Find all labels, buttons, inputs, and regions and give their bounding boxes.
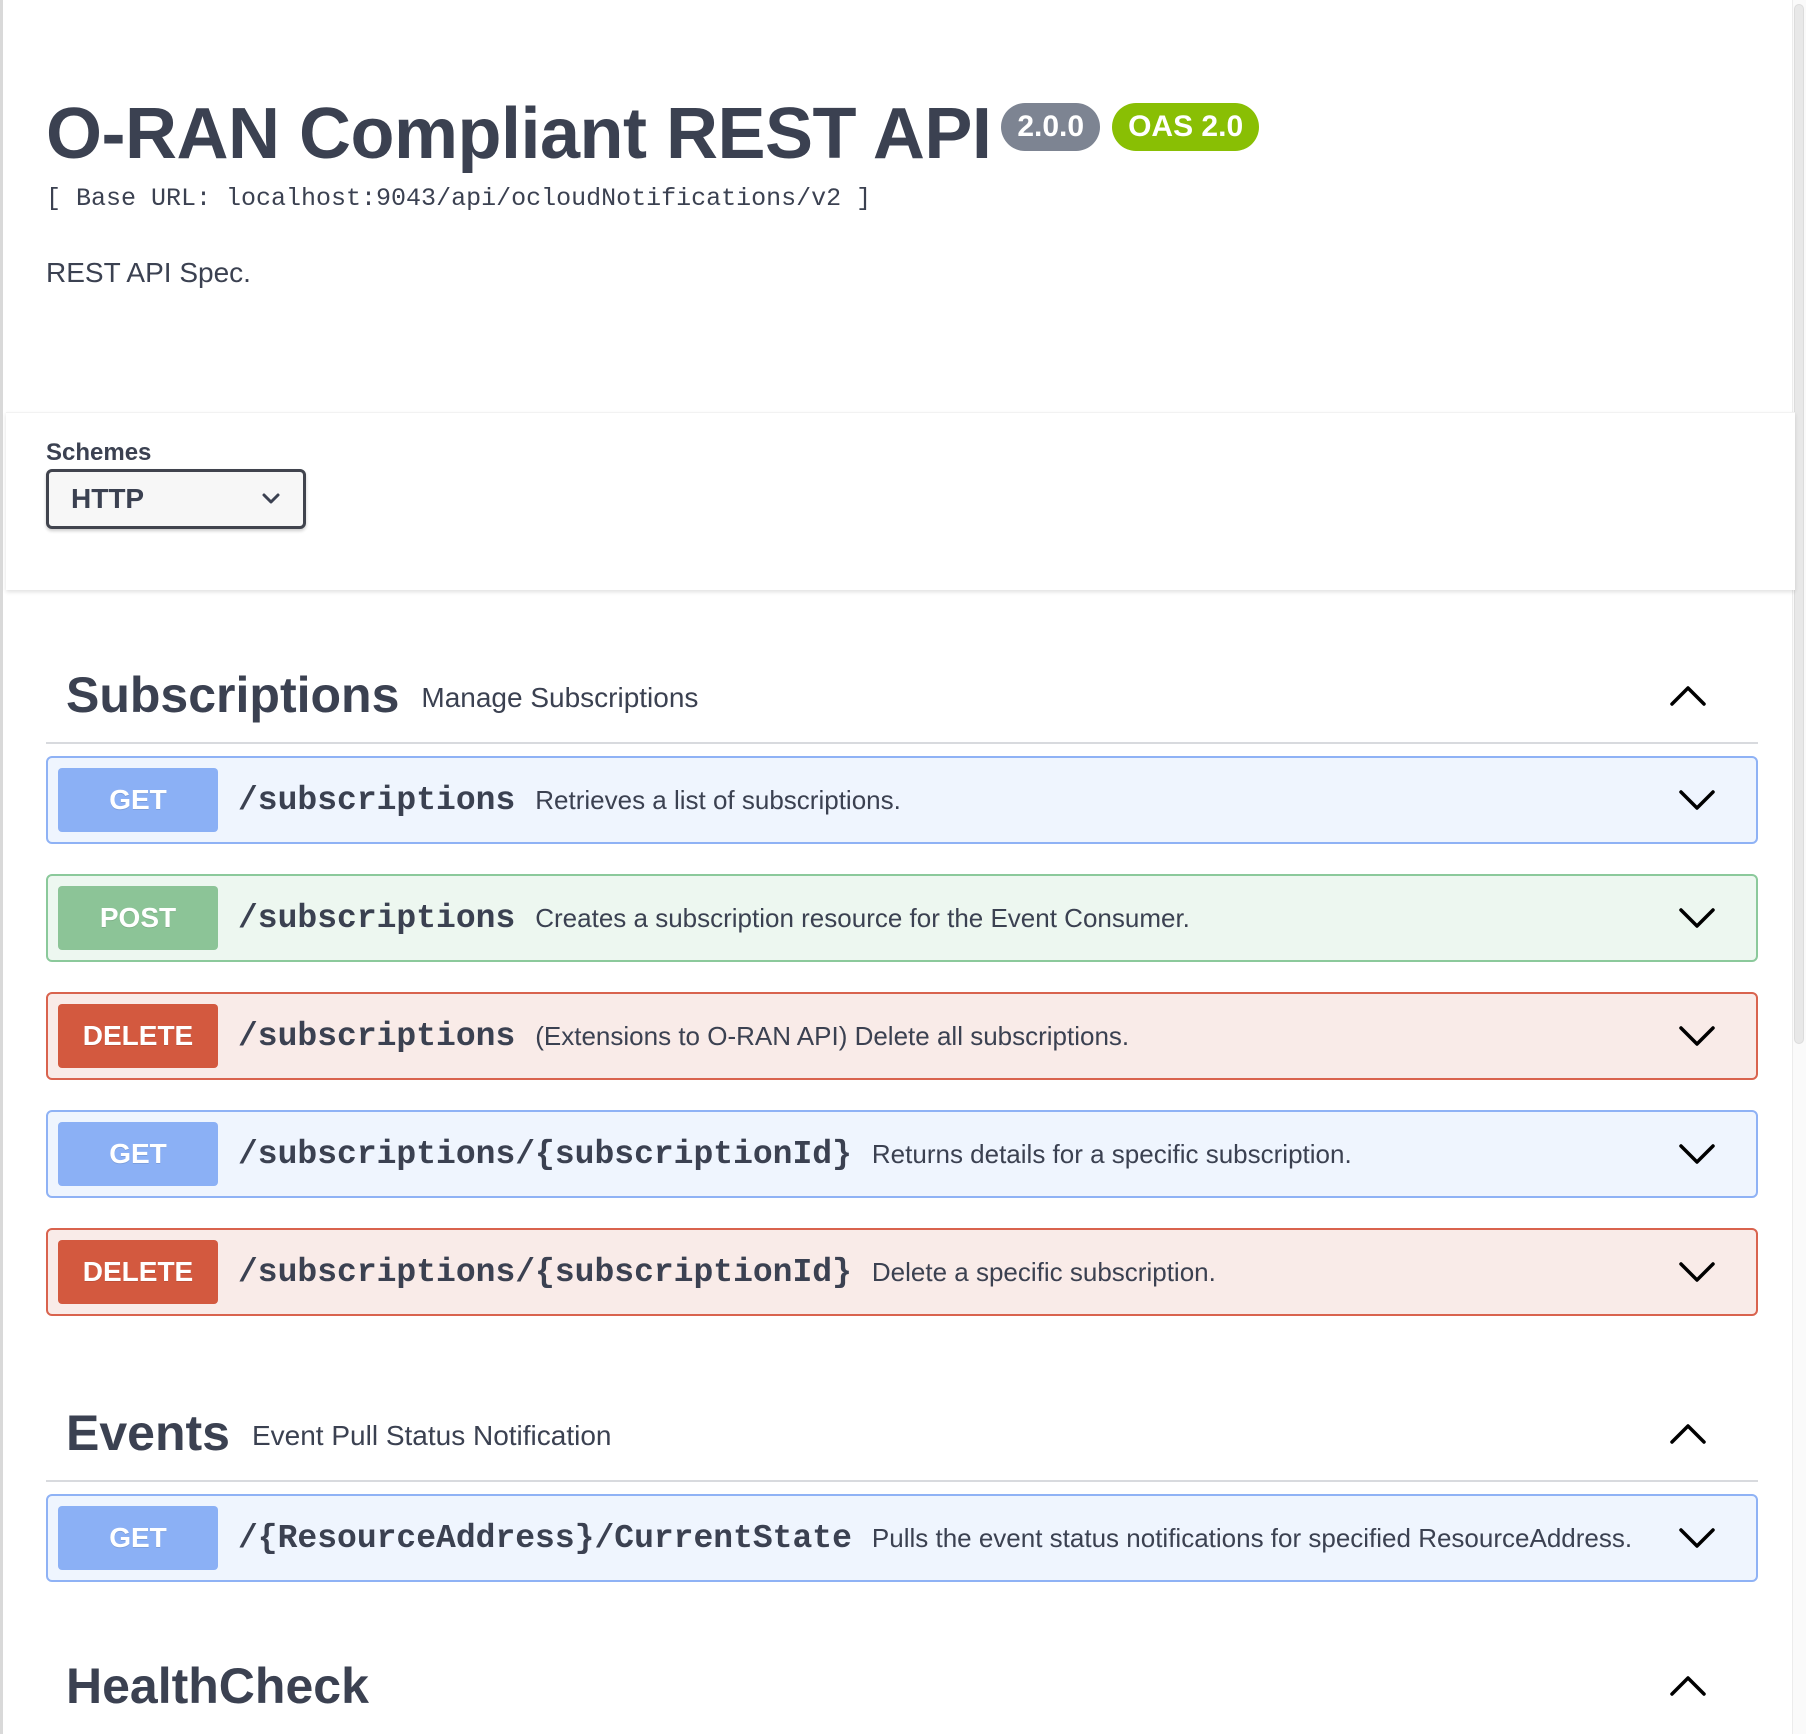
chevron-up-icon[interactable] [1668, 1420, 1708, 1446]
title-row: O-RAN Compliant REST API 2.0.0 OAS 2.0 [46, 94, 1746, 174]
operation-summary: (Extensions to O-RAN API) Delete all sub… [535, 1020, 1130, 1051]
operation-post-subscriptions[interactable]: POST /subscriptions Creates a subscripti… [46, 874, 1758, 962]
method-badge-get: GET [58, 768, 218, 832]
operation-path: /subscriptions/{subscriptionId} [238, 1253, 852, 1291]
oas-badge: OAS 2.0 [1112, 103, 1260, 151]
schemes-select[interactable]: HTTP [46, 469, 306, 529]
chevron-down-icon[interactable] [1678, 1142, 1716, 1166]
operation-summary: Returns details for a specific subscript… [871, 1138, 1352, 1169]
method-badge-get: GET [58, 1506, 218, 1570]
tag-name: Subscriptions [66, 667, 400, 723]
scheme-container: Schemes HTTP [6, 412, 1795, 590]
tag-section-healthcheck: HealthCheck [46, 1638, 1758, 1734]
schemes-label: Schemes [46, 439, 152, 466]
tag-section-subscriptions: Subscriptions Manage Subscriptions GET /… [46, 648, 1758, 1316]
operation-path: /subscriptions [238, 899, 516, 937]
operation-get-subscriptions[interactable]: GET /subscriptions Retrieves a list of s… [46, 756, 1758, 844]
tag-header-subscriptions[interactable]: Subscriptions Manage Subscriptions [46, 648, 1758, 744]
method-badge-delete: DELETE [58, 1240, 218, 1304]
operation-get-current-state[interactable]: GET /{ResourceAddress}/CurrentState Pull… [46, 1494, 1758, 1582]
page-title: O-RAN Compliant REST API [46, 94, 992, 174]
chevron-down-icon [262, 493, 280, 504]
chevron-down-icon[interactable] [1678, 1260, 1716, 1284]
operation-path: /subscriptions [238, 781, 516, 819]
operation-delete-subscription-by-id[interactable]: DELETE /subscriptions/{subscriptionId} D… [46, 1228, 1758, 1316]
scrollbar[interactable] [1792, 0, 1806, 1734]
base-url: [ Base URL: localhost:9043/api/ocloudNot… [46, 184, 872, 214]
api-description: REST API Spec. [46, 257, 251, 289]
operation-summary: Pulls the event status notifications for… [871, 1522, 1633, 1553]
tag-section-events: Events Event Pull Status Notification GE… [46, 1386, 1758, 1582]
operation-delete-subscriptions[interactable]: DELETE /subscriptions (Extensions to O-R… [46, 992, 1758, 1080]
scrollbar-thumb[interactable] [1794, 4, 1804, 1044]
tag-name: Events [66, 1405, 230, 1461]
operation-summary: Retrieves a list of subscriptions. [535, 784, 901, 815]
operation-path: /{ResourceAddress}/CurrentState [238, 1519, 852, 1557]
operation-summary: Creates a subscription resource for the … [535, 902, 1190, 933]
tag-name: HealthCheck [66, 1658, 369, 1714]
chevron-down-icon[interactable] [1678, 1526, 1716, 1550]
chevron-up-icon[interactable] [1668, 1672, 1708, 1698]
tag-description: Event Pull Status Notification [251, 1420, 612, 1451]
tag-header-healthcheck[interactable]: HealthCheck [46, 1638, 1758, 1734]
method-badge-post: POST [58, 886, 218, 950]
chevron-down-icon[interactable] [1678, 788, 1716, 812]
operation-path: /subscriptions [238, 1017, 516, 1055]
page-frame: O-RAN Compliant REST API 2.0.0 OAS 2.0 [… [0, 0, 1806, 1734]
api-info: O-RAN Compliant REST API 2.0.0 OAS 2.0 [… [46, 94, 1746, 289]
version-badge: 2.0.0 [1001, 103, 1101, 151]
chevron-down-icon[interactable] [1678, 906, 1716, 930]
operation-path: /subscriptions/{subscriptionId} [238, 1135, 852, 1173]
operation-get-subscription-by-id[interactable]: GET /subscriptions/{subscriptionId} Retu… [46, 1110, 1758, 1198]
operation-summary: Delete a specific subscription. [871, 1256, 1216, 1287]
chevron-down-icon[interactable] [1678, 1024, 1716, 1048]
method-badge-get: GET [58, 1122, 218, 1186]
chevron-up-icon[interactable] [1668, 682, 1708, 708]
method-badge-delete: DELETE [58, 1004, 218, 1068]
tag-description: Manage Subscriptions [421, 682, 699, 713]
tag-header-events[interactable]: Events Event Pull Status Notification [46, 1386, 1758, 1482]
schemes-selected-value: HTTP [71, 483, 145, 514]
